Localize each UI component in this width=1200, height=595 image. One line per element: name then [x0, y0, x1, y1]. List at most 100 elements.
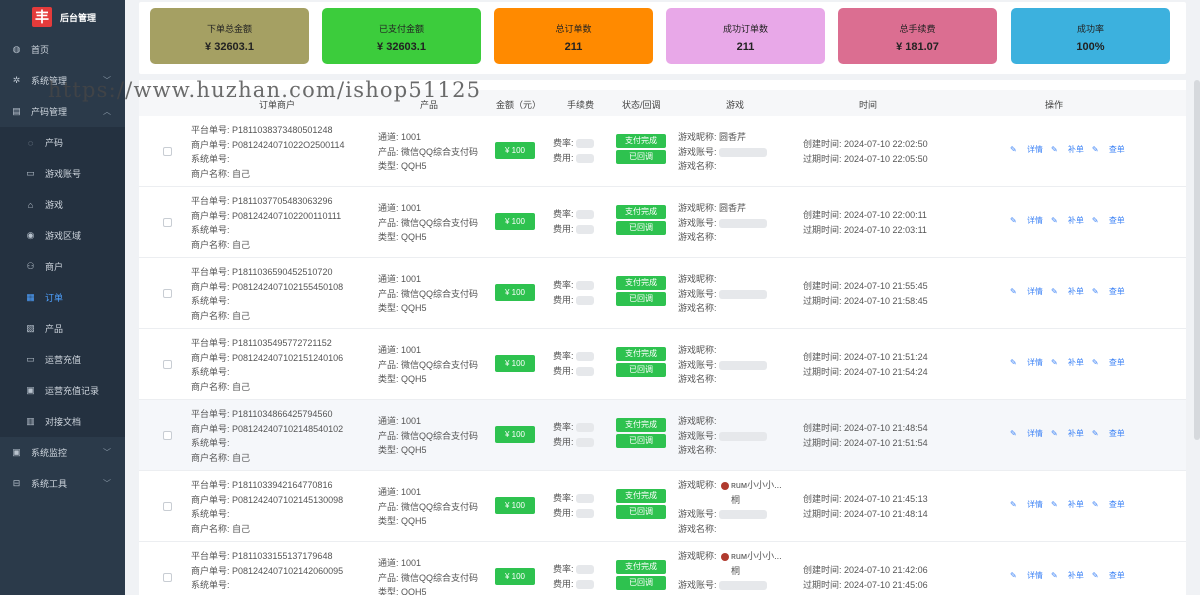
action-label: 补单 — [1067, 429, 1084, 438]
row-checkbox[interactable] — [163, 360, 172, 369]
nav-item-gear-icon[interactable]: ✲ 系统管理 ﹀ — [0, 65, 125, 96]
field-line: 类型: QQH5 — [378, 301, 478, 316]
user-icon: ⚇ — [26, 261, 35, 271]
edit-icon: ✎ — [1010, 287, 1019, 296]
status-callback-badge[interactable]: 已回调 — [616, 150, 666, 164]
nav-item-label: 产码管理 — [31, 107, 68, 117]
scrollbar[interactable] — [1194, 80, 1200, 440]
field-label: 类型: — [378, 374, 402, 384]
field-value: QQH5 — [401, 516, 427, 526]
nav-item-gamepad-icon[interactable]: ⌂ 游戏 — [0, 189, 125, 220]
status-paid-badge[interactable]: 支付完成 — [616, 276, 666, 290]
nav-item-order-icon[interactable]: ▦ 订单 — [0, 282, 125, 313]
nav-item-document-icon[interactable]: ▤ 产码管理 ︿ — [0, 96, 125, 127]
nav-item-doc-icon[interactable]: ▥ 对接文档 — [0, 406, 125, 437]
field-label: 费用: — [553, 365, 577, 376]
nav-item-user-icon[interactable]: ⚇ 商户 — [0, 251, 125, 282]
action-query-link[interactable]: ✎ 查单 — [1092, 145, 1125, 154]
row-checkbox[interactable] — [163, 431, 172, 440]
sidebar-nav: ◍ 首页 ✲ 系统管理 ﹀ ▤ 产码管理 ︿ ◌ 产码 ▭ 游戏账号 ⌂ 游戏 ◉ 游戏区域 ⚇ 商户 ▦ 订单 ▧ 产品… — [0, 34, 125, 499]
nav-item-circle-icon[interactable]: ◌ 产码 — [0, 127, 125, 158]
action-query-link[interactable]: ✎ 查单 — [1092, 358, 1125, 367]
action-reissue-link[interactable]: ✎ 补单 — [1051, 145, 1084, 154]
action-query-link[interactable]: ✎ 查单 — [1092, 287, 1125, 296]
status-callback-badge[interactable]: 已回调 — [616, 505, 666, 519]
status-paid-badge[interactable]: 支付完成 — [616, 134, 666, 148]
action-query-link[interactable]: ✎ 查单 — [1092, 429, 1125, 438]
nav-item-card-icon[interactable]: ▭ 游戏账号 — [0, 158, 125, 189]
nav-item-dashboard-icon[interactable]: ◍ 首页 — [0, 34, 125, 65]
action-detail-link[interactable]: ✎ 详情 — [1010, 429, 1043, 438]
action-reissue-link[interactable]: ✎ 补单 — [1051, 500, 1084, 509]
status-callback-badge[interactable]: 已回调 — [616, 576, 666, 590]
field-value: QQH5 — [401, 303, 427, 313]
app-logo[interactable]: 丰 后台管理 — [0, 0, 125, 34]
redacted-value — [719, 218, 768, 228]
row-checkbox[interactable] — [163, 289, 172, 298]
action-detail-link[interactable]: ✎ 详情 — [1010, 287, 1043, 296]
row-checkbox[interactable] — [163, 147, 172, 156]
field-line: 商户名称: 自己 — [191, 522, 343, 537]
row-checkbox[interactable] — [163, 502, 172, 511]
edit-icon: ✎ — [1091, 216, 1101, 225]
redacted-value — [576, 437, 595, 447]
field-label: 过期时间: — [803, 153, 845, 164]
field-line: 游戏账号: — [678, 145, 768, 160]
action-query-link[interactable]: ✎ 查单 — [1092, 216, 1125, 225]
row-checkbox[interactable] — [163, 573, 172, 582]
field-value: QQH5 — [401, 587, 427, 595]
nav-item-monitor-icon[interactable]: ▣ 运营充值记录 — [0, 375, 125, 406]
status-callback-badge[interactable]: 已回调 — [616, 221, 666, 235]
field-value: 1001 — [401, 416, 422, 426]
field-line: 系统单号: — [191, 507, 343, 522]
table-header: 订单商户 产品 金额（元） 手续费 状态/回调 游戏 时间 操作 — [139, 90, 1186, 116]
redacted-value — [719, 431, 768, 441]
action-reissue-link[interactable]: ✎ 补单 — [1051, 358, 1084, 367]
field-line: 游戏昵称: — [678, 414, 767, 429]
field-label: 游戏账号: — [678, 288, 720, 299]
status-callback-badge[interactable]: 已回调 — [616, 292, 666, 306]
action-query-link[interactable]: ✎ 查单 — [1092, 571, 1125, 580]
status-callback-badge[interactable]: 已回调 — [616, 363, 666, 377]
action-label: 查单 — [1108, 571, 1125, 580]
stat-label: 成功率 — [1076, 24, 1104, 34]
action-reissue-link[interactable]: ✎ 补单 — [1051, 287, 1084, 296]
field-value: 桐 — [731, 494, 741, 505]
field-label: 创建时间: — [803, 352, 845, 362]
action-reissue-link[interactable]: ✎ 补单 — [1051, 571, 1084, 580]
status-paid-badge[interactable]: 支付完成 — [616, 205, 666, 219]
action-detail-link[interactable]: ✎ 详情 — [1010, 358, 1043, 367]
status-paid-badge[interactable]: 支付完成 — [616, 347, 666, 361]
field-label: 游戏昵称: — [678, 203, 720, 213]
row-actions: ✎ 详情 ✎ 补单 ✎ 查单 — [1010, 144, 1133, 155]
status-paid-badge[interactable]: 支付完成 — [616, 489, 666, 503]
field-value: P081242407102148540102 — [232, 423, 344, 434]
status-paid-badge[interactable]: 支付完成 — [616, 560, 666, 574]
nav-item-recharge-icon[interactable]: ▭ 运营充值 — [0, 344, 125, 375]
action-label: 详情 — [1026, 500, 1043, 509]
nav-item-product-icon[interactable]: ▧ 产品 — [0, 313, 125, 344]
nav-item-globe-icon[interactable]: ◉ 游戏区域 — [0, 220, 125, 251]
edit-icon: ✎ — [1091, 287, 1101, 296]
action-detail-link[interactable]: ✎ 详情 — [1010, 571, 1043, 580]
action-reissue-link[interactable]: ✎ 补单 — [1051, 216, 1084, 225]
stat-label: 总订单数 — [555, 24, 592, 34]
field-line: 平台单号: P1811033942164770816 — [191, 478, 343, 493]
action-detail-link[interactable]: ✎ 详情 — [1010, 145, 1043, 154]
nav-item-monitor-icon[interactable]: ▣ 系统监控 ﹀ — [0, 437, 125, 468]
action-query-link[interactable]: ✎ 查单 — [1092, 500, 1125, 509]
action-detail-link[interactable]: ✎ 详情 — [1010, 500, 1043, 509]
stat-label: 已支付金额 — [378, 24, 424, 34]
game-cell: 游戏昵称: 游戏账号: 游戏名称: — [678, 272, 768, 316]
field-label: 产品: — [378, 501, 402, 512]
column-header: 游戏 — [726, 100, 745, 110]
action-detail-link[interactable]: ✎ 详情 — [1010, 216, 1043, 225]
row-checkbox[interactable] — [163, 218, 172, 227]
field-line: 费率: — [553, 562, 595, 577]
status-callback-badge[interactable]: 已回调 — [616, 434, 666, 448]
nav-item-toolbox-icon[interactable]: ⊟ 系统工具 ﹀ — [0, 468, 125, 499]
field-label: 系统单号: — [191, 580, 230, 590]
field-line: 创建时间: 2024-07-10 21:45:13 — [803, 492, 928, 507]
action-reissue-link[interactable]: ✎ 补单 — [1051, 429, 1084, 438]
status-paid-badge[interactable]: 支付完成 — [616, 418, 666, 432]
